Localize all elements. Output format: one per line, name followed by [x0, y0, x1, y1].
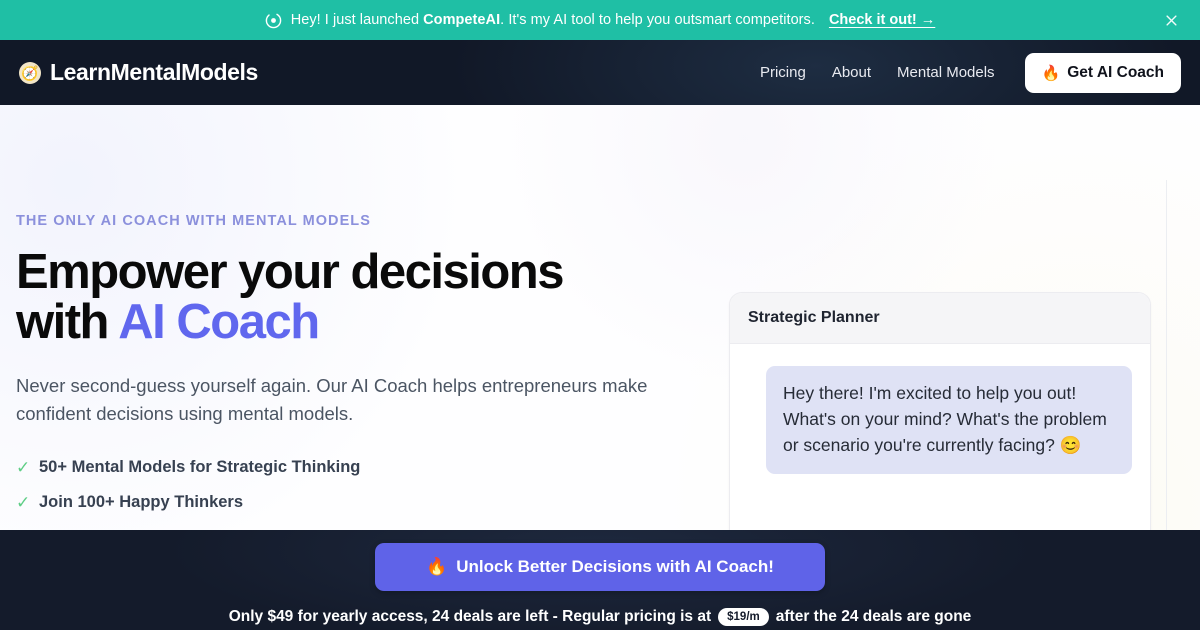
- unlock-better-decisions-button[interactable]: 🔥 Unlock Better Decisions with AI Coach!: [375, 543, 825, 591]
- fire-icon: 🔥: [1041, 64, 1061, 82]
- landing-page: Hey! I just launched CompeteAI. It's my …: [0, 0, 1200, 630]
- site-navbar: 🧭 LearnMentalModels Pricing About Mental…: [0, 40, 1200, 105]
- unlock-button-label: Unlock Better Decisions with AI Coach!: [456, 557, 774, 576]
- close-icon[interactable]: [1158, 7, 1184, 33]
- list-item: ✓ 50+ Mental Models for Strategic Thinki…: [16, 458, 696, 477]
- list-item: ✓ Join 100+ Happy Thinkers: [16, 493, 696, 512]
- chat-message-list: Hey there! I'm excited to help you out! …: [730, 344, 1150, 530]
- offer-note: Only $49 for yearly access, 24 deals are…: [228, 608, 972, 626]
- compass-icon: 🧭: [19, 61, 41, 84]
- check-icon: ✓: [16, 493, 31, 513]
- headline-accent: AI Coach: [118, 294, 320, 349]
- hero-eyebrow: THE ONLY AI COACH WITH MENTAL MODELS: [16, 213, 371, 229]
- sticky-offer-bar: 🔥 Unlock Better Decisions with AI Coach!…: [0, 530, 1200, 630]
- hero-copy: THE ONLY AI COACH WITH MENTAL MODELS Emp…: [16, 213, 696, 512]
- offer-note-prefix: Only $49 for yearly access, 24 deals are…: [228, 608, 712, 625]
- bullet-label: 50+ Mental Models for Strategic Thinking: [39, 458, 361, 477]
- fire-icon: 🔥: [426, 557, 448, 576]
- page-title: Empower your decisions with AI Coach: [16, 245, 696, 349]
- get-ai-coach-label: Get AI Coach: [1067, 63, 1164, 81]
- chat-message-assistant: Hey there! I'm excited to help you out! …: [766, 366, 1132, 474]
- brand-logo[interactable]: 🧭 LearnMentalModels: [19, 59, 258, 86]
- chat-title: Strategic Planner: [730, 293, 1150, 344]
- announcement-text: Hey! I just launched CompeteAI. It's my …: [291, 12, 815, 28]
- announcement-banner: Hey! I just launched CompeteAI. It's my …: [0, 0, 1200, 40]
- chat-widget: Strategic Planner Hey there! I'm excited…: [729, 292, 1151, 530]
- nav-link-about[interactable]: About: [832, 64, 871, 81]
- hero-vertical-divider: [1166, 180, 1167, 530]
- offer-note-suffix: after the 24 deals are gone: [775, 608, 972, 625]
- status-badge: $19/m: [718, 608, 769, 626]
- nav-link-mental-models[interactable]: Mental Models: [897, 64, 995, 81]
- nav-link-pricing[interactable]: Pricing: [760, 64, 806, 81]
- headline-line-1: Empower your decisions: [16, 245, 565, 299]
- bullet-label: Join 100+ Happy Thinkers: [39, 493, 244, 512]
- brand-name: LearnMentalModels: [50, 59, 258, 85]
- headline-line-2-prefix: with: [16, 294, 119, 349]
- announcement-banner-content: Hey! I just launched CompeteAI. It's my …: [265, 12, 935, 29]
- announcement-text-before: Hey! I just launched: [290, 12, 424, 28]
- get-ai-coach-button[interactable]: 🔥 Get AI Coach: [1024, 52, 1181, 93]
- announcement-brand: CompeteAI: [423, 12, 501, 28]
- navbar-right: Pricing About Mental Models 🔥 Get AI Coa…: [760, 52, 1181, 93]
- announcement-text-after: . It's my AI tool to help you outsmart c…: [500, 12, 815, 28]
- check-icon: ✓: [16, 458, 31, 478]
- hero-bullet-list: ✓ 50+ Mental Models for Strategic Thinki…: [16, 458, 696, 512]
- hero-subheading: Never second-guess yourself again. Our A…: [16, 374, 648, 425]
- competeai-spiral-logo-icon: [265, 12, 282, 29]
- hero-section: THE ONLY AI COACH WITH MENTAL MODELS Emp…: [0, 105, 1200, 530]
- announcement-link[interactable]: Check it out! →: [829, 12, 935, 28]
